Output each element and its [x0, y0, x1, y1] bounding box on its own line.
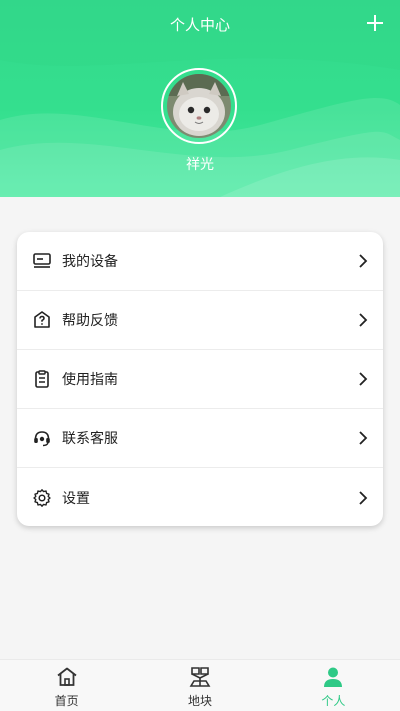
- field-plot-icon: [189, 667, 211, 687]
- menu-item-help-feedback[interactable]: 帮助反馈: [17, 291, 383, 350]
- menu-card: 我的设备 帮助反馈 使用指南 联系客服 设置: [17, 232, 383, 526]
- menu-item-label: 帮助反馈: [62, 313, 118, 329]
- menu-item-user-guide[interactable]: 使用指南: [17, 350, 383, 409]
- tab-label: 地块: [187, 694, 212, 708]
- bottom-tab-bar: 首页 地块 个人: [0, 659, 400, 711]
- plus-icon: [367, 15, 383, 31]
- username: 祥光: [186, 157, 214, 173]
- customer-service-icon: [34, 431, 50, 447]
- profile-header: 个人中心 祥光: [0, 0, 400, 197]
- home-icon: [57, 667, 77, 686]
- menu-item-label: 联系客服: [62, 431, 118, 447]
- cat-avatar-image: [167, 74, 231, 138]
- help-feedback-icon: [34, 311, 50, 328]
- add-button[interactable]: [364, 12, 386, 34]
- menu-item-my-devices[interactable]: 我的设备: [17, 232, 383, 291]
- chevron-right-icon: [359, 313, 368, 327]
- avatar[interactable]: [161, 68, 237, 144]
- menu-item-label: 设置: [62, 490, 90, 507]
- menu-item-label: 使用指南: [62, 372, 118, 388]
- profile-page: 个人中心 祥光 我的设备 帮助反馈 使用指南 联系客服 设置 首页 地块 个人: [0, 0, 400, 711]
- tab-field-plot[interactable]: 地块: [133, 660, 266, 711]
- menu-item-settings[interactable]: 设置: [17, 468, 383, 526]
- avatar-image: [167, 74, 231, 138]
- chevron-right-icon: [359, 431, 368, 445]
- chevron-right-icon: [359, 254, 368, 268]
- tab-personal[interactable]: 个人: [267, 660, 400, 711]
- gear-icon: [33, 488, 51, 507]
- menu-item-customer-service[interactable]: 联系客服: [17, 409, 383, 468]
- tab-home[interactable]: 首页: [0, 660, 133, 711]
- chevron-right-icon: [359, 372, 368, 386]
- person-icon: [324, 667, 343, 687]
- tab-label: 首页: [54, 694, 79, 708]
- chevron-right-icon: [359, 490, 368, 505]
- menu-item-label: 我的设备: [62, 254, 118, 270]
- page-title: 个人中心: [169, 16, 230, 34]
- guide-icon: [35, 370, 49, 388]
- tab-label: 个人: [321, 694, 346, 708]
- device-icon: [33, 253, 51, 268]
